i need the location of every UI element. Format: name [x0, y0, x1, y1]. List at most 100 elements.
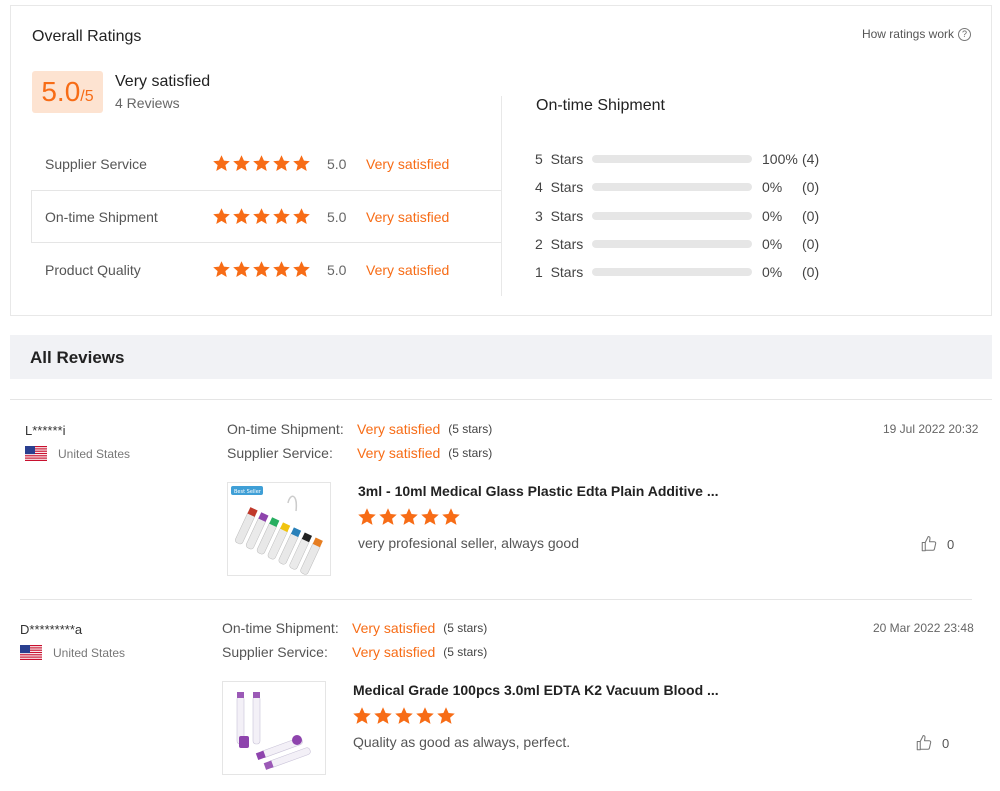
distribution-row: 2 Stars 0% (0) [535, 230, 835, 258]
star-icon [292, 207, 311, 226]
category-ratings: Supplier Service 5.0 Very satisfied On-t… [31, 137, 502, 296]
star-icon [415, 706, 435, 726]
shipment-rating-key: On-time Shipment: [222, 620, 339, 636]
shipment-distribution: 5 Stars 100% (4) 4 Stars 0% (0) 3 Stars … [535, 145, 835, 286]
distribution-count: (0) [802, 207, 820, 224]
category-row-on-time-shipment[interactable]: On-time Shipment 5.0 Very satisfied [31, 190, 502, 243]
us-flag-icon [25, 446, 47, 461]
star-icon [252, 154, 271, 173]
category-score: 5.0 [327, 261, 347, 278]
star-icon [272, 154, 291, 173]
category-score: 5.0 [327, 208, 347, 225]
category-label: Supplier Service [45, 155, 147, 172]
overall-summary-label: Very satisfied [115, 73, 211, 90]
distribution-count: (0) [802, 236, 820, 253]
reviewer-name: D*********a [20, 622, 83, 637]
distribution-bar [592, 183, 752, 192]
category-score: 5.0 [327, 155, 347, 172]
divider [20, 599, 972, 600]
category-label: Product Quality [45, 261, 141, 278]
product-thumbnail[interactable] [222, 681, 326, 775]
overall-ratings-panel: Overall Ratings How ratings work ? 5.0 /… [10, 5, 992, 316]
distribution-label: 3 Stars [535, 207, 584, 224]
shipment-rating-value: Very satisfied [352, 620, 436, 636]
shipment-rating-line: On-time Shipment: Very satisfied (5 star… [227, 421, 492, 437]
category-row-product-quality[interactable]: Product Quality 5.0 Very satisfied [31, 243, 502, 296]
shipment-distribution-title: On-time Shipment [536, 97, 665, 114]
category-text: Very satisfied [366, 208, 450, 225]
shipment-rating-key: On-time Shipment: [227, 421, 344, 437]
distribution-row: 5 Stars 100% (4) [535, 145, 835, 173]
star-icon [252, 207, 271, 226]
shipment-rating-stars: (5 stars) [443, 621, 488, 635]
distribution-count: (4) [802, 151, 820, 168]
star-icon [399, 507, 419, 527]
distribution-bar [592, 155, 752, 164]
distribution-row: 1 Stars 0% (0) [535, 258, 835, 286]
star-icon [352, 706, 372, 726]
distribution-row: 3 Stars 0% (0) [535, 202, 835, 230]
star-icon [212, 207, 231, 226]
service-rating-line: Supplier Service: Very satisfied (5 star… [227, 445, 492, 461]
distribution-label: 5 Stars [535, 151, 584, 168]
star-icon [373, 706, 393, 726]
us-flag-icon [20, 645, 42, 660]
shipment-rating-stars: (5 stars) [448, 422, 493, 436]
category-row-supplier-service[interactable]: Supplier Service 5.0 Very satisfied [31, 137, 502, 190]
service-rating-stars: (5 stars) [448, 446, 493, 460]
overall-score-value: 5.0 [41, 76, 81, 107]
star-icon [232, 207, 251, 226]
star-icon [212, 154, 231, 173]
category-text: Very satisfied [366, 261, 450, 278]
distribution-bar [592, 211, 752, 220]
product-title-link[interactable]: 3ml - 10ml Medical Glass Plastic Edta Pl… [358, 483, 719, 499]
service-rating-line: Supplier Service: Very satisfied (5 star… [222, 644, 487, 660]
thumbs-up-icon [920, 535, 938, 553]
distribution-percent: 0% [762, 179, 783, 196]
how-ratings-work-link[interactable]: How ratings work ? [862, 27, 971, 41]
distribution-percent: 0% [762, 236, 783, 253]
service-rating-key: Supplier Service: [222, 644, 328, 660]
star-icon [378, 507, 398, 527]
star-icon [272, 207, 291, 226]
distribution-bar [592, 268, 752, 277]
how-ratings-work-label: How ratings work [861, 27, 954, 41]
service-rating-key: Supplier Service: [227, 445, 333, 461]
shipment-rating-value: Very satisfied [357, 421, 441, 437]
review-date: 20 Mar 2022 23:48 [873, 621, 974, 635]
overall-score-badge: 5.0 /5 [32, 71, 103, 113]
like-button[interactable]: 0 [920, 535, 954, 553]
service-rating-stars: (5 stars) [443, 645, 488, 659]
review-date: 19 Jul 2022 20:32 [883, 422, 979, 436]
shipment-rating-line: On-time Shipment: Very satisfied (5 star… [222, 620, 487, 636]
all-reviews-header: All Reviews [10, 335, 992, 379]
distribution-percent: 0% [762, 207, 783, 224]
star-icon [394, 706, 414, 726]
product-thumbnail[interactable]: Best Seller [227, 482, 331, 576]
service-rating-value: Very satisfied [357, 445, 441, 461]
distribution-bar [592, 240, 752, 249]
star-icon [272, 260, 291, 279]
all-reviews-title: All Reviews [30, 348, 125, 367]
help-icon[interactable]: ? [958, 27, 971, 41]
panel-divider [501, 96, 502, 296]
service-rating-value: Very satisfied [352, 644, 436, 660]
star-icon [420, 507, 440, 527]
star-rating [212, 154, 311, 173]
product-title-link[interactable]: Medical Grade 100pcs 3.0ml EDTA K2 Vacuu… [353, 682, 719, 698]
review-text: Quality as good as always, perfect. [353, 734, 571, 750]
like-button[interactable]: 0 [915, 734, 949, 752]
star-icon [436, 706, 456, 726]
star-icon [292, 260, 311, 279]
distribution-count: (0) [802, 179, 820, 196]
reviewer-name: L******i [25, 423, 66, 438]
review-text: very profesional seller, always good [358, 535, 580, 551]
category-text: Very satisfied [366, 155, 450, 172]
review-star-rating [352, 706, 456, 726]
review-star-rating [357, 507, 461, 527]
like-count: 0 [947, 536, 955, 552]
distribution-label: 2 Stars [535, 236, 584, 253]
star-icon [212, 260, 231, 279]
divider [10, 399, 992, 400]
like-count: 0 [942, 735, 950, 751]
